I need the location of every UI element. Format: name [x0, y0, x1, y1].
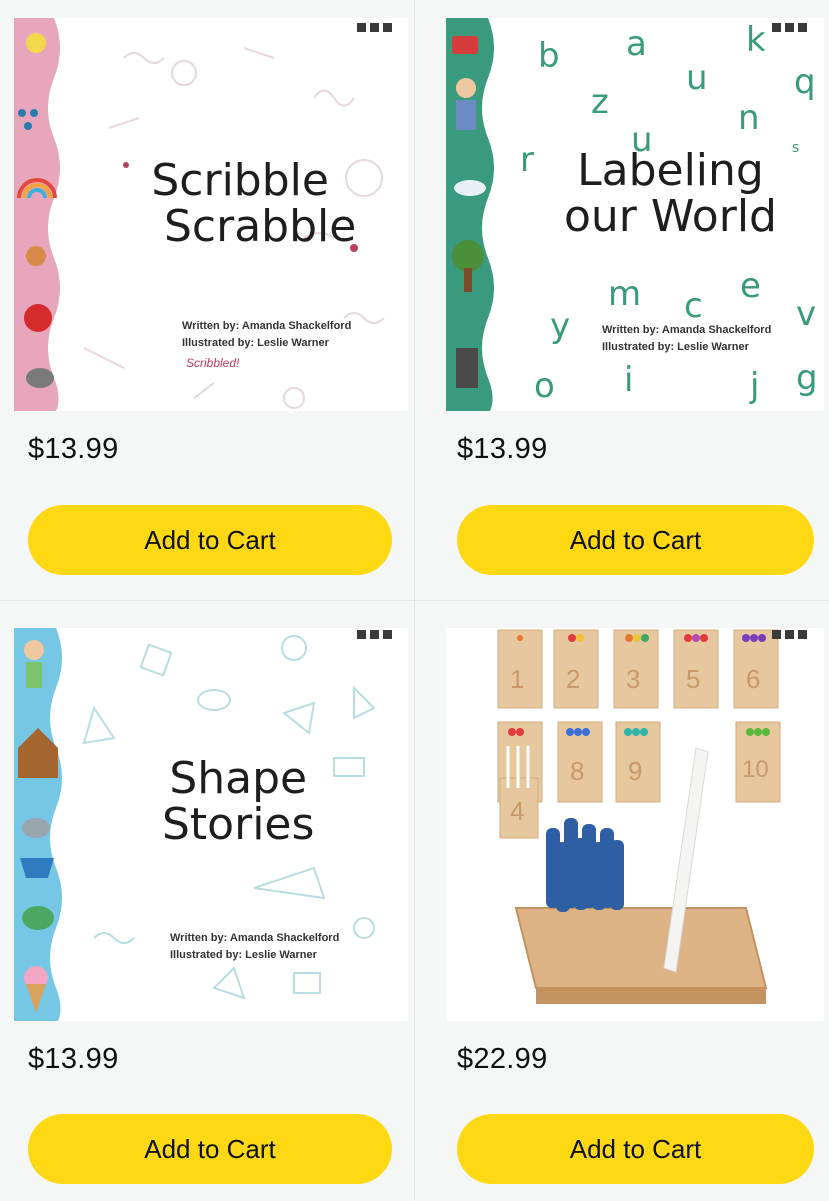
book-title-line2: Scrabble	[164, 201, 357, 253]
alphabet-letter: s	[792, 140, 800, 156]
alphabet-letter: q	[794, 62, 816, 102]
product-price: $13.99	[457, 433, 548, 465]
alphabet-letter: j	[750, 366, 760, 406]
book-written-by: Written by: Amanda Shackelford	[602, 324, 772, 336]
alphabet-letter: z	[591, 82, 609, 122]
product-card-shape-stories[interactable]: Shape Stories Written by: Amanda Shackel…	[0, 601, 414, 1201]
alphabet-letter: i	[624, 360, 634, 400]
tracing-card-number: 5	[686, 664, 701, 694]
alphabet-letter: c	[684, 286, 703, 326]
product-card-number-tracing-set[interactable]: 1 2 3 5 6 8 9 10 4 $22.99 Add to Cart	[415, 601, 829, 1201]
add-to-cart-button[interactable]: Add to Cart	[457, 505, 814, 575]
alphabet-letter: e	[740, 266, 761, 306]
alphabet-letter: k	[746, 20, 766, 60]
alphabet-letter: o	[534, 366, 555, 406]
book-title-line1: Scribble	[151, 155, 329, 206]
tracing-card-number: 2	[566, 664, 581, 694]
book-illustrated-by: Illustrated by: Leslie Warner	[182, 337, 329, 350]
product-price: $22.99	[457, 1043, 548, 1075]
more-options-icon[interactable]	[354, 20, 394, 34]
product-price: $13.99	[28, 1043, 119, 1075]
tracing-card-number: 10	[742, 756, 769, 783]
product-card-scribble-scrabble[interactable]: Scribble Scrabble Written by: Amanda Sha…	[0, 0, 414, 600]
alphabet-letter: u	[686, 58, 708, 98]
book-written-by: Written by: Amanda Shackelford	[170, 932, 340, 944]
tracing-card-number: 1	[510, 664, 525, 694]
tracing-card-number: 8	[570, 756, 585, 786]
scribbled-note: Scribbled!	[186, 356, 240, 370]
book-illustrated-by: Illustrated by: Leslie Warner	[602, 341, 749, 354]
product-card-labeling-our-world[interactable]: b a u k z u n q r s m c e y o v i j g La…	[415, 0, 829, 600]
tracing-card-number: 3	[626, 664, 641, 694]
product-image-scribble-scrabble[interactable]: Scribble Scrabble Written by: Amanda Sha…	[14, 18, 408, 411]
alphabet-letter: v	[796, 294, 817, 334]
alphabet-letter: n	[738, 98, 760, 138]
alphabet-letter: r	[520, 140, 534, 180]
alphabet-letter: b	[538, 36, 560, 76]
book-title-line1: Shape	[169, 753, 308, 804]
product-grid: Scribble Scrabble Written by: Amanda Sha…	[0, 0, 829, 1201]
add-to-cart-button[interactable]: Add to Cart	[28, 1114, 392, 1184]
product-image-labeling-our-world[interactable]: b a u k z u n q r s m c e y o v i j g La…	[446, 18, 824, 411]
product-image-number-tracing-set[interactable]: 1 2 3 5 6 8 9 10 4	[446, 628, 824, 1021]
add-to-cart-button[interactable]: Add to Cart	[28, 505, 392, 575]
more-options-icon[interactable]	[769, 20, 809, 34]
book-title-line1: Labeling	[577, 145, 764, 196]
alphabet-letter: y	[550, 306, 571, 346]
add-to-cart-button[interactable]: Add to Cart	[457, 1114, 814, 1184]
alphabet-letter: g	[796, 358, 818, 398]
tracing-card-number: 4	[510, 796, 525, 826]
product-image-shape-stories[interactable]: Shape Stories Written by: Amanda Shackel…	[14, 628, 408, 1021]
product-price: $13.99	[28, 433, 119, 465]
book-illustrated-by: Illustrated by: Leslie Warner	[170, 949, 317, 962]
more-options-icon[interactable]	[354, 627, 394, 641]
alphabet-letter: a	[626, 24, 647, 64]
tracing-card-number: 9	[628, 756, 643, 786]
book-title-line2: Stories	[162, 799, 315, 851]
book-written-by: Written by: Amanda Shackelford	[182, 320, 352, 332]
more-options-icon[interactable]	[769, 627, 809, 641]
tracing-card-number: 6	[746, 664, 761, 694]
book-title-line2: our World	[564, 191, 777, 243]
alphabet-letter: m	[608, 274, 642, 314]
